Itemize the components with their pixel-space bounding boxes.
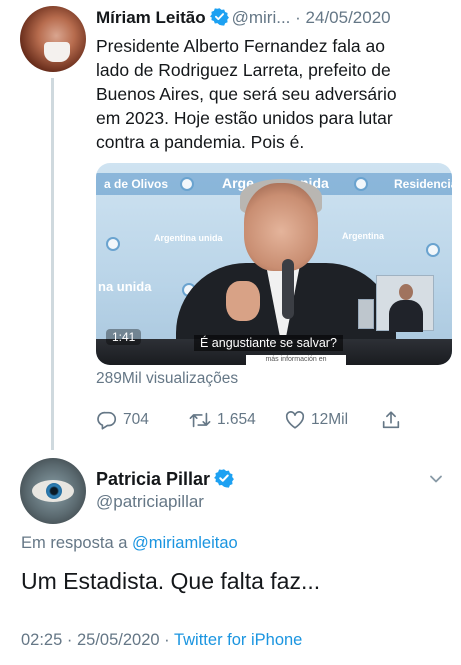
reply-count: 704 (123, 411, 149, 428)
avatar-miriam[interactable] (20, 6, 86, 72)
reply-context: Em resposta a @miriamleitao (21, 534, 238, 553)
video-timestamp: 1:41 (106, 329, 142, 345)
tweet-text-line: lado de Rodriguez Larreta, prefeito de (96, 60, 391, 80)
view-count: 289Mil visualizações (96, 370, 239, 387)
retweet-count: 1.654 (217, 411, 256, 428)
water-glass (358, 299, 374, 329)
interpreter-head (399, 284, 413, 300)
verified-badge-icon (214, 468, 234, 494)
reply-header: Patricia Pillar (96, 467, 237, 494)
avatar-iris (46, 483, 62, 499)
reply-author-name[interactable]: Patricia Pillar (96, 469, 210, 489)
reply-button[interactable]: 704 (96, 405, 149, 435)
share-button[interactable] (380, 405, 402, 435)
tweet-text-line: em 2023. Hoje estão unidos para lutar (96, 108, 393, 128)
reply-text: Um Estadista. Que falta faz... (21, 568, 321, 594)
reply-author-handle[interactable]: @patriciapillar (96, 492, 204, 512)
avatar-eye (32, 480, 74, 502)
retweet-icon (188, 409, 212, 431)
tweet-text-line: Presidente Alberto Fernandez fala ao (96, 36, 385, 56)
microphone (282, 259, 294, 319)
video-thumbnail[interactable]: a de Olivos Arge nida Residencia Argenti… (96, 163, 452, 365)
video-caption: É angustiante se salvar? (194, 335, 343, 351)
sign-language-interpreter (376, 275, 434, 332)
avatar-patricia[interactable] (20, 458, 86, 524)
author-handle[interactable]: @miri... (232, 8, 291, 27)
tweet-text-line: Buenos Aires, que será seu adversário (96, 84, 397, 104)
reply-mention-link[interactable]: @miriamleitao (132, 534, 238, 552)
reply-prefix: Em resposta a (21, 534, 128, 552)
tweet-text-line: contra a pandemia. Pois é. (96, 132, 305, 152)
retweet-button[interactable]: 1.654 (188, 405, 256, 435)
speaker-head (244, 183, 318, 271)
tweet-text: Presidente Alberto Fernandez fala ao lad… (96, 34, 452, 154)
avatar-face-mask (44, 42, 70, 62)
author-name[interactable]: Míriam Leitão (96, 8, 206, 27)
banner-word: a de Olivos (104, 177, 169, 191)
separator-dot: · (295, 8, 301, 27)
banner-word: Residencia (394, 177, 452, 191)
separator-dot: · (164, 631, 170, 649)
sun-emblem-icon (106, 237, 120, 251)
verified-badge-icon (209, 7, 229, 33)
interpreter-body (389, 300, 423, 332)
reply-icon (96, 409, 118, 431)
sun-emblem-icon (426, 243, 440, 257)
tweet-header: Míriam Leitão @miri... · 24/05/2020 (96, 6, 452, 30)
tweet-date[interactable]: 24/05/2020 (306, 8, 391, 27)
reply-date: 25/05/2020 (76, 631, 160, 649)
like-button[interactable]: 12Mil (284, 405, 348, 435)
source-link[interactable]: Twitter for iPhone (174, 631, 302, 649)
reply-time: 02:25 (21, 631, 63, 649)
like-icon (284, 409, 306, 431)
video-info-strip: más información en (246, 355, 346, 365)
like-count: 12Mil (311, 411, 349, 428)
tweet-actions: 704 1.654 12Mil (96, 405, 452, 435)
speaker-hand (226, 281, 260, 321)
backdrop-word: na unida (98, 279, 152, 294)
separator-dot: · (66, 631, 73, 649)
thread-line (51, 78, 54, 450)
reply-meta: 02:25 · 25/05/2020 · Twitter for iPhone (21, 631, 302, 650)
chevron-down-icon[interactable] (428, 472, 444, 490)
share-icon (380, 409, 402, 431)
